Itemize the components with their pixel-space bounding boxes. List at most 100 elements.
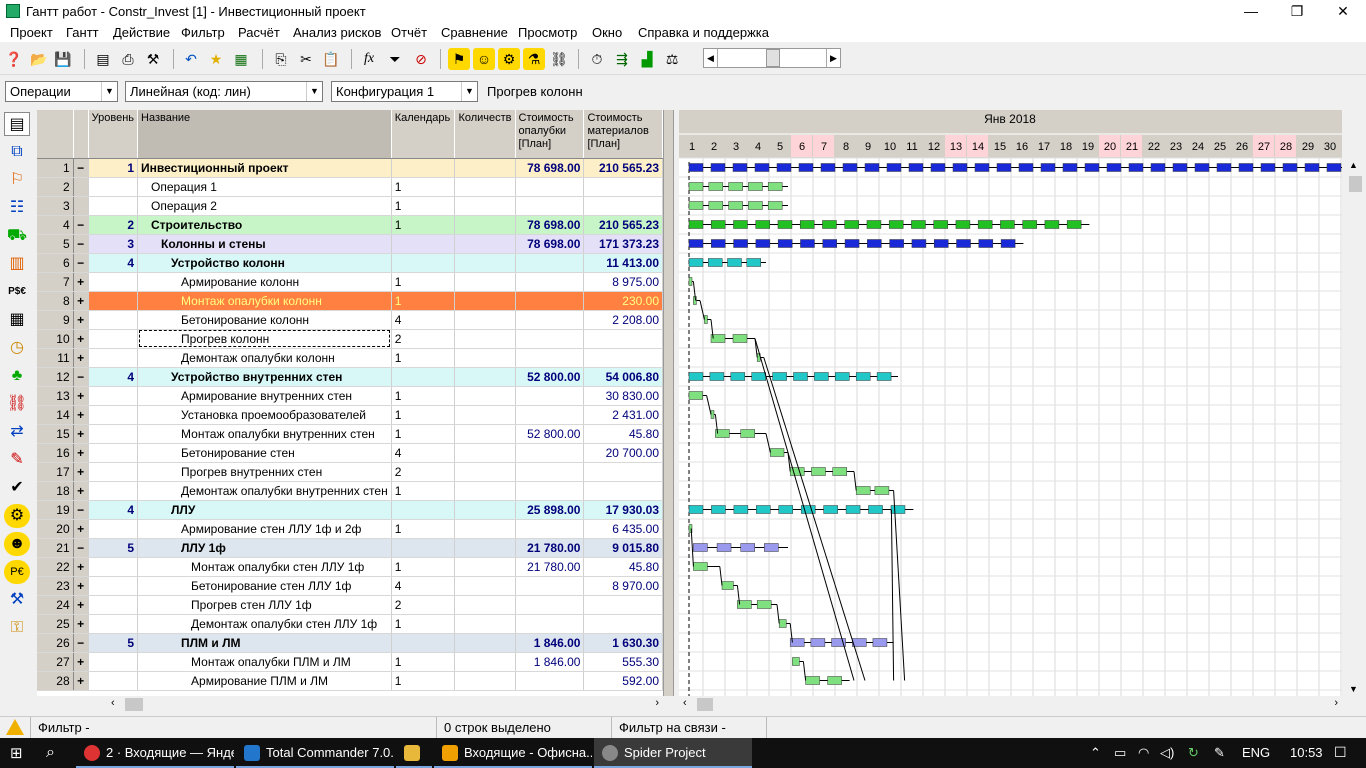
checklist-icon[interactable]: ✔ (4, 476, 30, 500)
menu-action[interactable]: Действие (113, 25, 170, 40)
cost-cell[interactable]: 1 846.00 (515, 652, 585, 672)
menu-gantt[interactable]: Гантт (66, 25, 99, 40)
material-cell[interactable]: 8 975.00 (583, 272, 663, 292)
name-cell[interactable]: ПЛМ и ЛМ (137, 633, 392, 653)
menu-filter[interactable]: Фильтр (181, 25, 225, 40)
material-cell[interactable]: 45.80 (583, 424, 663, 444)
cost-cell[interactable] (515, 310, 585, 330)
cost-cell[interactable] (515, 291, 585, 311)
table-row[interactable]: 14 + Установка проемообразователей 1 2 431.0… (37, 405, 663, 425)
cost-cell[interactable] (515, 671, 585, 691)
calendar-cell[interactable]: 4 (391, 310, 456, 330)
qty-cell[interactable] (454, 253, 516, 273)
row-number[interactable]: 25 (37, 614, 74, 634)
table-row[interactable]: 6−4 Устройство колонн 11 413.00 (37, 253, 663, 273)
calendar-cell[interactable]: 1 (391, 177, 456, 197)
expand-toggle[interactable]: + (73, 576, 89, 596)
expand-toggle[interactable]: + (73, 614, 89, 634)
table-row[interactable]: 5−3 Колонны и стены 78 698.00 171 373.23 (37, 234, 663, 254)
name-cell[interactable]: Прогрев стен ЛЛУ 1ф (137, 595, 392, 615)
expand-toggle[interactable]: + (73, 462, 89, 482)
name-cell[interactable]: Армирование ПЛМ и ЛМ (137, 671, 392, 691)
close-button[interactable]: ✕ (1320, 0, 1366, 22)
link-icon[interactable]: ⛓ (548, 48, 570, 70)
expand-toggle[interactable] (73, 196, 89, 216)
expand-toggle[interactable]: + (73, 272, 89, 292)
qty-cell[interactable] (454, 652, 516, 672)
qty-cell[interactable] (454, 367, 516, 387)
calc-icon[interactable]: ⇶ (611, 48, 633, 70)
name-cell[interactable]: Прогрев внутренних стен (137, 462, 392, 482)
row-number[interactable]: 4 (37, 215, 74, 235)
scroll-right-arrow[interactable]: › (655, 697, 659, 709)
print-icon[interactable]: ⎙ (117, 48, 139, 70)
expand-toggle[interactable]: + (73, 386, 89, 406)
calendar-cell[interactable] (391, 538, 456, 558)
people-icon[interactable]: ☻ (4, 532, 30, 556)
qty-cell[interactable] (454, 500, 516, 520)
cost-cell[interactable] (515, 519, 585, 539)
expand-toggle[interactable]: − (73, 500, 89, 520)
calendar-cell[interactable]: 1 (391, 386, 456, 406)
name-cell[interactable]: Инвестиционный проект (137, 158, 392, 178)
col-calendar[interactable]: Календарь (391, 110, 456, 159)
table-icon[interactable]: ▤ (92, 48, 114, 70)
cost-cell[interactable] (515, 272, 585, 292)
gantt-view-icon[interactable]: ▤ (4, 112, 30, 136)
qty-cell[interactable] (454, 614, 516, 634)
structure-select[interactable]: Линейная (код: лин) ▼ (125, 81, 323, 102)
cost-cell[interactable]: 1 846.00 (515, 633, 585, 653)
row-number[interactable]: 11 (37, 348, 74, 368)
row-number[interactable]: 26 (37, 633, 74, 653)
calendar-cell[interactable]: 1 (391, 652, 456, 672)
name-cell[interactable]: Колонны и стены (137, 234, 392, 254)
expand-toggle[interactable]: − (73, 253, 89, 273)
row-number[interactable]: 28 (37, 671, 74, 691)
qty-cell[interactable] (454, 348, 516, 368)
people-icon[interactable]: ☷ (4, 196, 30, 220)
row-number[interactable]: 21 (37, 538, 74, 558)
qty-cell[interactable] (454, 158, 516, 178)
material-cell[interactable] (583, 329, 663, 349)
expand-toggle[interactable]: + (73, 481, 89, 501)
name-cell[interactable]: Демонтаж опалубки стен ЛЛУ 1ф (137, 614, 392, 634)
expand-toggle[interactable]: + (73, 557, 89, 577)
row-number[interactable]: 23 (37, 576, 74, 596)
row-number[interactable]: 5 (37, 234, 74, 254)
calendar-cell[interactable]: 4 (391, 576, 456, 596)
table-row[interactable]: 18 + Демонтаж опалубки внутренних стен 1 (37, 481, 663, 501)
table-row[interactable]: 26−5 ПЛМ и ЛМ 1 846.00 1 630.30 (37, 633, 663, 653)
calendar-cell[interactable]: 1 (391, 291, 456, 311)
row-number[interactable]: 27 (37, 652, 74, 672)
qty-cell[interactable] (454, 215, 516, 235)
task-total-commander[interactable]: Total Commander 7.0... (236, 738, 394, 768)
row-number[interactable]: 18 (37, 481, 74, 501)
cost-cell[interactable] (515, 405, 585, 425)
qty-cell[interactable] (454, 424, 516, 444)
qty-cell[interactable] (454, 386, 516, 406)
table-horizontal-scrollbar[interactable]: ‹ › (107, 696, 663, 713)
material-cell[interactable] (583, 177, 663, 197)
material-cell[interactable]: 210 565.23 (583, 158, 663, 178)
task-mail[interactable]: Входящие - Офисна... (434, 738, 592, 768)
expand-toggle[interactable]: + (73, 310, 89, 330)
qty-cell[interactable] (454, 557, 516, 577)
qty-cell[interactable] (454, 405, 516, 425)
qty-cell[interactable] (454, 177, 516, 197)
name-cell[interactable]: Монтаж опалубки колонн (137, 291, 392, 311)
material-cell[interactable]: 230.00 (583, 291, 663, 311)
cost-cell[interactable] (515, 576, 585, 596)
table-row[interactable]: 25 + Демонтаж опалубки стен ЛЛУ 1ф 1 (37, 614, 663, 634)
name-cell[interactable]: ЛЛУ 1ф (137, 538, 392, 558)
slider-thumb[interactable] (766, 49, 780, 67)
cost-cell[interactable]: 78 698.00 (515, 158, 585, 178)
name-cell[interactable]: Монтаж опалубки внутренних стен (137, 424, 392, 444)
col-cost[interactable]: Стоимость опалубки [План] (515, 110, 585, 159)
calendar-clock-icon[interactable]: ◷ (4, 336, 30, 360)
table-row[interactable]: 22 + Монтаж опалубки стен ЛЛУ 1ф 1 21 780.00… (37, 557, 663, 577)
material-cell[interactable] (583, 595, 663, 615)
name-cell[interactable]: Прогрев колонн (137, 329, 392, 349)
name-cell[interactable]: Строительство (137, 215, 392, 235)
cost-cell[interactable] (515, 462, 585, 482)
pen-icon[interactable]: ✎ (1214, 745, 1225, 761)
